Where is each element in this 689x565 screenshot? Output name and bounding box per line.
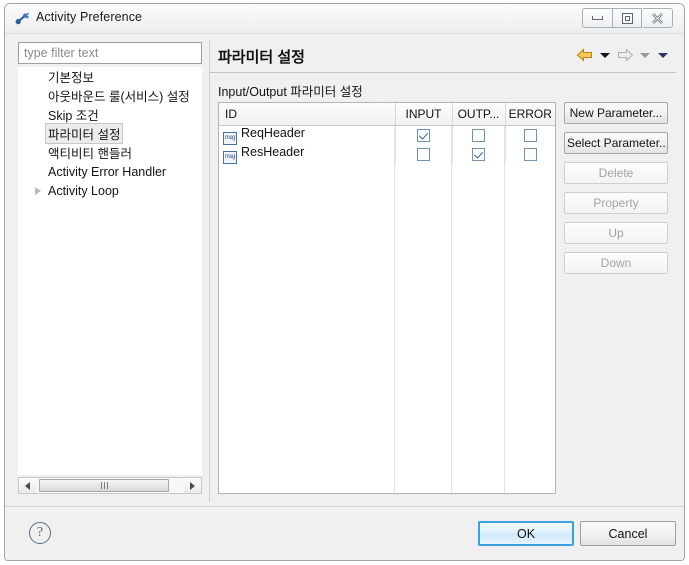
page-header: 파라미터 설정	[210, 40, 676, 73]
chevron-right-icon[interactable]	[35, 187, 41, 195]
output-checkbox[interactable]	[472, 148, 485, 161]
scrollbar-track[interactable]	[36, 478, 184, 493]
preference-tree-panel: 기본정보 아웃바운드 룰(서비스) 설정 Skip 조건 파라미터 설정 액티비…	[18, 40, 202, 502]
sidebar-item-label: 액티비티 핸들러	[48, 143, 132, 162]
property-button: Property	[564, 192, 668, 214]
chevron-down-icon	[640, 53, 650, 58]
parameter-settings-panel: 파라미터 설정 I	[209, 40, 675, 502]
activity-preference-dialog: Activity Preference 기본정보	[4, 3, 685, 561]
parameter-actions: New Parameter... Select Parameter... Del…	[564, 102, 668, 274]
sidebar-item-label: 기본정보	[48, 67, 94, 86]
parameter-id-label: ResHeader	[241, 145, 304, 159]
section-label: Input/Output 파라미터 설정	[218, 81, 363, 100]
cell-input[interactable]	[395, 145, 452, 164]
dialog-footer: ? OK Cancel	[5, 506, 684, 560]
sidebar-item-basic-info[interactable]: 기본정보	[18, 67, 202, 86]
chevron-right-icon	[35, 130, 41, 138]
table-row[interactable]: msg ResHeader	[219, 145, 555, 164]
sidebar-item-activity-error-handler[interactable]: Activity Error Handler	[18, 162, 202, 181]
chevron-right-icon	[35, 92, 41, 100]
msg-icon: msg	[223, 132, 237, 145]
cell-output[interactable]	[452, 145, 505, 164]
cell-id[interactable]: msg ResHeader	[219, 145, 395, 164]
dialog-body: 기본정보 아웃바운드 룰(서비스) 설정 Skip 조건 파라미터 설정 액티비…	[5, 34, 684, 508]
sidebar-item-outbound-rule[interactable]: 아웃바운드 룰(서비스) 설정	[18, 86, 202, 105]
chevron-down-icon[interactable]	[600, 53, 610, 58]
table-row[interactable]: msg ReqHeader	[219, 125, 555, 145]
activity-link-icon	[14, 11, 30, 27]
ok-button[interactable]: OK	[478, 521, 574, 546]
sidebar-item-label: Skip 조건	[48, 105, 99, 124]
sidebar-item-label: Activity Error Handler	[48, 165, 166, 179]
sidebar-item-label: 아웃바운드 룰(서비스) 설정	[48, 86, 190, 105]
navigation-icons	[576, 48, 670, 62]
parameter-id-label: ReqHeader	[241, 126, 305, 140]
chevron-right-icon	[35, 111, 41, 119]
column-header-id[interactable]: ID	[219, 103, 395, 125]
scroll-right-icon[interactable]	[184, 478, 201, 493]
arrow-left-icon[interactable]	[576, 48, 594, 62]
column-header-input[interactable]: INPUT	[395, 103, 452, 125]
cell-error[interactable]	[505, 145, 555, 164]
scrollbar-thumb[interactable]	[39, 479, 169, 492]
parameter-table[interactable]: ID INPUT OUTP... ERROR msg ReqHeader	[218, 102, 556, 494]
cell-input[interactable]	[395, 125, 452, 145]
sidebar-item-parameter-settings[interactable]: 파라미터 설정	[18, 124, 202, 143]
arrow-right-icon	[616, 48, 634, 62]
title-bar: Activity Preference	[5, 4, 684, 34]
sidebar-item-skip-condition[interactable]: Skip 조건	[18, 105, 202, 124]
chevron-down-icon[interactable]	[658, 53, 668, 58]
tree-horizontal-scrollbar[interactable]	[18, 477, 202, 494]
column-header-output[interactable]: OUTP...	[452, 103, 505, 125]
chevron-right-icon	[35, 168, 41, 176]
error-checkbox[interactable]	[524, 148, 537, 161]
question-mark-icon[interactable]: ?	[29, 522, 51, 544]
sidebar-item-label: Activity Loop	[48, 184, 119, 198]
cell-output[interactable]	[452, 125, 505, 145]
sidebar-item-activity-handler[interactable]: 액티비티 핸들러	[18, 143, 202, 162]
column-header-error[interactable]: ERROR	[505, 103, 555, 125]
sidebar-item-activity-loop[interactable]: Activity Loop	[18, 181, 202, 200]
close-icon[interactable]	[643, 8, 673, 28]
filter-input[interactable]	[18, 42, 202, 64]
output-checkbox[interactable]	[472, 129, 485, 142]
table-header-row: ID INPUT OUTP... ERROR	[219, 103, 555, 125]
window-title: Activity Preference	[36, 10, 142, 24]
input-checkbox[interactable]	[417, 129, 430, 142]
new-parameter-button[interactable]: New Parameter...	[564, 102, 668, 124]
scroll-left-icon[interactable]	[19, 478, 36, 493]
down-button: Down	[564, 252, 668, 274]
column-separators	[219, 126, 555, 493]
maximize-icon[interactable]	[612, 8, 642, 28]
page-title: 파라미터 설정	[218, 46, 305, 67]
select-parameter-button[interactable]: Select Parameter...	[564, 132, 668, 154]
error-checkbox[interactable]	[524, 129, 537, 142]
chevron-right-icon	[35, 73, 41, 81]
up-button: Up	[564, 222, 668, 244]
delete-button: Delete	[564, 162, 668, 184]
msg-icon: msg	[223, 151, 237, 164]
input-checkbox[interactable]	[417, 148, 430, 161]
chevron-right-icon	[35, 149, 41, 157]
preference-tree[interactable]: 기본정보 아웃바운드 룰(서비스) 설정 Skip 조건 파라미터 설정 액티비…	[18, 67, 202, 475]
cancel-button[interactable]: Cancel	[580, 521, 676, 546]
cell-id[interactable]: msg ReqHeader	[219, 125, 395, 145]
minimize-icon[interactable]	[582, 8, 612, 28]
sidebar-item-label: 파라미터 설정	[45, 123, 123, 144]
cell-error[interactable]	[505, 125, 555, 145]
